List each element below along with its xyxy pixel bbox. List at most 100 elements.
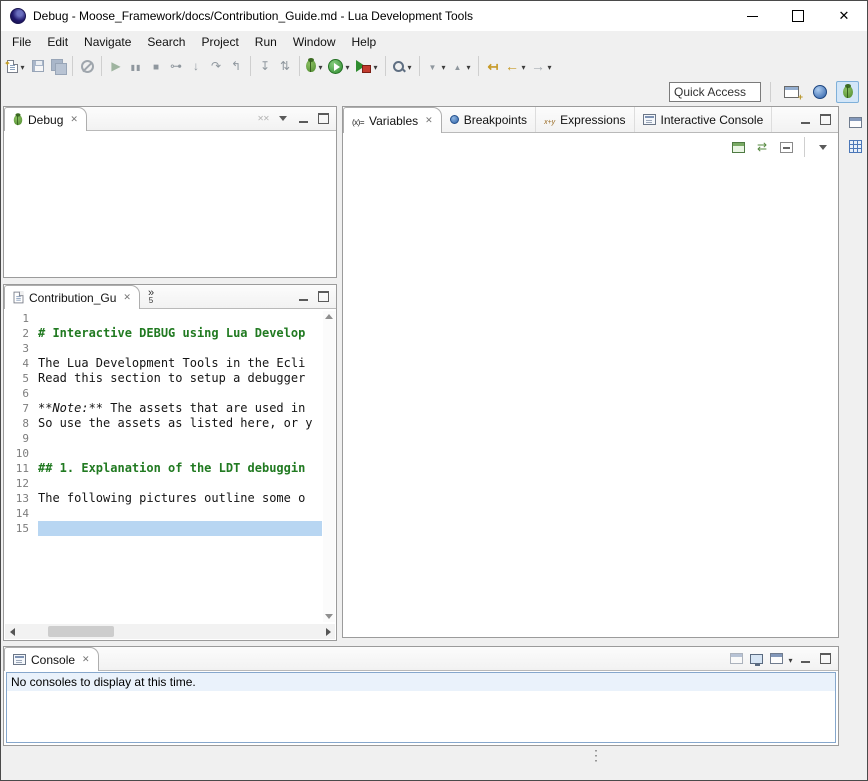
menu-navigate[interactable]: Navigate: [76, 33, 139, 51]
scrollbar-thumb[interactable]: [48, 626, 114, 637]
editor-line[interactable]: 12: [4, 476, 322, 491]
search-button[interactable]: [390, 54, 415, 78]
menu-help[interactable]: Help: [344, 33, 385, 51]
editor-text-area[interactable]: 1 2# Interactive DEBUG using Lua Develop…: [4, 311, 322, 623]
dropdown-caret[interactable]: [317, 59, 324, 73]
tab-variables[interactable]: Variables ✕: [343, 107, 442, 133]
editor-line[interactable]: 7**Note:** The assets that are used in: [4, 401, 322, 416]
drop-to-frame-button[interactable]: [255, 54, 275, 78]
close-tab-icon[interactable]: ✕: [82, 654, 90, 665]
next-annotation-button[interactable]: [424, 54, 449, 78]
scroll-right-icon[interactable]: [320, 624, 335, 639]
tab-expressions[interactable]: Expressions: [536, 107, 634, 132]
maximize-view-button[interactable]: [314, 288, 332, 306]
dropdown-caret[interactable]: [19, 59, 26, 73]
minimize-view-button[interactable]: [796, 650, 814, 668]
editor-line[interactable]: 2# Interactive DEBUG using Lua Develop: [4, 326, 322, 341]
back-button[interactable]: [503, 54, 529, 78]
tab-debug[interactable]: Debug ✕: [4, 107, 87, 131]
terminate-button[interactable]: [146, 54, 166, 78]
title-bar[interactable]: Debug - Moose_Framework/docs/Contributio…: [1, 1, 867, 31]
menu-run[interactable]: Run: [247, 33, 285, 51]
debug-button[interactable]: [304, 54, 326, 78]
editor-line[interactable]: 1: [4, 311, 322, 326]
remove-all-terminated-button[interactable]: [254, 110, 272, 128]
view-menu-button[interactable]: [274, 110, 292, 128]
step-over-button[interactable]: [206, 54, 226, 78]
scroll-up-icon[interactable]: [325, 314, 333, 319]
dropdown-caret[interactable]: [406, 59, 413, 73]
forward-button[interactable]: [529, 54, 555, 78]
new-console-view-button[interactable]: [767, 650, 785, 668]
editor-vertical-scrollbar[interactable]: [323, 311, 335, 622]
maximize-view-button[interactable]: [816, 650, 834, 668]
run-button[interactable]: [326, 54, 353, 78]
menu-search[interactable]: Search: [139, 33, 193, 51]
dropdown-caret[interactable]: [546, 59, 553, 73]
external-tools-button[interactable]: [353, 54, 381, 78]
step-into-button[interactable]: [186, 54, 206, 78]
splitter-grip[interactable]: [589, 750, 603, 770]
minimize-window-button[interactable]: [729, 1, 775, 31]
show-logical-structures-button[interactable]: [728, 137, 748, 157]
previous-annotation-button[interactable]: [449, 54, 474, 78]
last-edit-location-button[interactable]: [483, 54, 503, 78]
resume-button[interactable]: [106, 54, 126, 78]
save-button[interactable]: [28, 54, 48, 78]
dropdown-caret[interactable]: [465, 59, 472, 73]
editor-line[interactable]: 14: [4, 506, 322, 521]
scrollbar-track[interactable]: [20, 624, 320, 639]
menu-project[interactable]: Project: [193, 33, 246, 51]
editor-tab-overflow[interactable]: » 5: [140, 285, 162, 308]
menu-window[interactable]: Window: [285, 33, 344, 51]
editor-line[interactable]: 3: [4, 341, 322, 356]
save-all-button[interactable]: [48, 54, 68, 78]
close-tab-icon[interactable]: ✕: [425, 115, 433, 126]
editor-line[interactable]: 4The Lua Development Tools in the Ecli: [4, 356, 322, 371]
collapse-all-button[interactable]: [776, 137, 796, 157]
outline-view-button[interactable]: [844, 135, 866, 157]
dropdown-caret[interactable]: [440, 59, 447, 73]
editor-line[interactable]: 5Read this section to setup a debugger: [4, 371, 322, 386]
tab-contribution-guide[interactable]: Contribution_Gu ✕: [4, 285, 140, 309]
open-console-button[interactable]: [727, 650, 745, 668]
scroll-down-icon[interactable]: [325, 614, 333, 619]
open-perspective-button[interactable]: [780, 81, 803, 103]
tab-console[interactable]: Console ✕: [4, 647, 99, 671]
tab-interactive-console[interactable]: Interactive Console: [635, 107, 773, 132]
minimize-view-button[interactable]: [294, 288, 312, 306]
skip-all-breakpoints-button[interactable]: [77, 54, 97, 78]
use-step-filters-button[interactable]: [275, 54, 295, 78]
scroll-left-icon[interactable]: [5, 624, 20, 639]
close-window-button[interactable]: [821, 1, 867, 31]
close-tab-icon[interactable]: ✕: [123, 292, 131, 303]
show-global-variables-button[interactable]: ⇄: [752, 137, 772, 157]
step-return-button[interactable]: [226, 54, 246, 78]
maximize-view-button[interactable]: [314, 110, 332, 128]
maximize-view-button[interactable]: [816, 111, 834, 129]
editor-line[interactable]: 10: [4, 446, 322, 461]
minimize-view-button[interactable]: [294, 110, 312, 128]
disconnect-button[interactable]: [166, 54, 186, 78]
maximize-window-button[interactable]: [775, 1, 821, 31]
editor-line[interactable]: 13The following pictures outline some o: [4, 491, 322, 506]
close-tab-icon[interactable]: ✕: [70, 114, 78, 125]
dropdown-caret[interactable]: [520, 59, 527, 73]
editor-line[interactable]: 11## 1. Explanation of the LDT debuggin: [4, 461, 322, 476]
quick-access-input[interactable]: [669, 82, 761, 102]
dropdown-caret[interactable]: [787, 652, 794, 666]
ldt-perspective-button[interactable]: [808, 81, 831, 103]
dropdown-caret[interactable]: [372, 59, 379, 73]
editor-line[interactable]: 15: [4, 521, 322, 536]
editor-horizontal-scrollbar[interactable]: [5, 624, 335, 639]
dropdown-caret[interactable]: [344, 59, 351, 73]
editor-line[interactable]: 6: [4, 386, 322, 401]
menu-file[interactable]: File: [4, 33, 39, 51]
display-selected-console-button[interactable]: [747, 650, 765, 668]
view-menu-button[interactable]: [813, 137, 833, 157]
new-wizard-button[interactable]: [5, 54, 28, 78]
menu-edit[interactable]: Edit: [39, 33, 76, 51]
minimize-view-button[interactable]: [796, 111, 814, 129]
restore-view-button[interactable]: [844, 111, 866, 133]
suspend-button[interactable]: [126, 54, 146, 78]
